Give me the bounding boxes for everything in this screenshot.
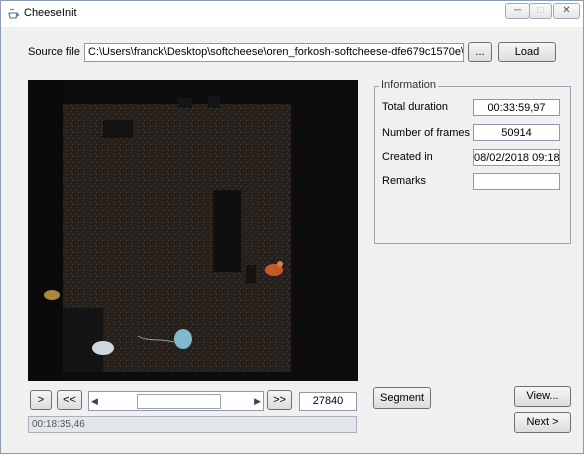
maximize-icon: □ bbox=[537, 5, 544, 16]
frame-number-field[interactable]: 27840 bbox=[299, 392, 357, 411]
created-field[interactable]: 08/02/2018 09:18:25 bbox=[473, 149, 560, 166]
play-button[interactable]: > bbox=[30, 390, 52, 410]
source-file-path: C:\Users\franck\Desktop\softcheese\oren_… bbox=[88, 46, 464, 58]
slider-thumb[interactable] bbox=[137, 394, 221, 409]
source-file-path-field[interactable]: C:\Users\franck\Desktop\softcheese\oren_… bbox=[84, 43, 464, 62]
current-time: 00:18:35,46 bbox=[32, 419, 85, 430]
frame-slider[interactable]: ◀ ▶ bbox=[88, 391, 264, 411]
created-value: 08/02/2018 09:18:25 bbox=[474, 152, 560, 164]
close-icon: ✕ bbox=[562, 5, 571, 16]
source-file-label: Source file bbox=[28, 46, 80, 58]
video-frame[interactable] bbox=[28, 80, 358, 381]
minimize-button[interactable]: ─ bbox=[505, 3, 530, 19]
frames-label: Number of frames bbox=[382, 127, 471, 139]
video-frame-image bbox=[28, 80, 358, 381]
time-status-bar: 00:18:35,46 bbox=[28, 416, 357, 433]
total-duration-field[interactable]: 00:33:59,97 bbox=[473, 99, 560, 116]
maximize-button[interactable]: □ bbox=[529, 3, 552, 19]
slider-left-arrow-icon[interactable]: ◀ bbox=[91, 396, 98, 407]
load-button[interactable]: Load bbox=[498, 42, 556, 62]
title-bar: CheeseInit ─ □ ✕ bbox=[1, 1, 583, 27]
close-button[interactable]: ✕ bbox=[553, 3, 580, 19]
created-label: Created in bbox=[382, 151, 433, 163]
minimize-icon: ─ bbox=[513, 5, 522, 16]
view-button[interactable]: View... bbox=[514, 386, 571, 407]
information-legend: Information bbox=[379, 79, 439, 91]
frames-field[interactable]: 50914 bbox=[473, 124, 560, 141]
frame-number-value: 27840 bbox=[312, 395, 344, 407]
java-app-icon bbox=[7, 7, 19, 20]
next-button[interactable]: Next > bbox=[514, 412, 571, 433]
forward-button[interactable]: >> bbox=[267, 390, 292, 410]
remarks-field[interactable] bbox=[473, 173, 560, 190]
total-duration-label: Total duration bbox=[382, 101, 449, 113]
frames-value: 50914 bbox=[501, 127, 532, 139]
remarks-label: Remarks bbox=[382, 175, 427, 187]
browse-button[interactable]: ... bbox=[468, 42, 492, 62]
main-window: CheeseInit ─ □ ✕ Source file C:\Users\fr… bbox=[0, 0, 584, 454]
segment-button[interactable]: Segment bbox=[373, 387, 431, 409]
total-duration-value: 00:33:59,97 bbox=[487, 102, 546, 114]
slider-right-arrow-icon[interactable]: ▶ bbox=[254, 396, 261, 407]
rewind-button[interactable]: << bbox=[57, 390, 82, 410]
window-title: CheeseInit bbox=[24, 7, 77, 19]
